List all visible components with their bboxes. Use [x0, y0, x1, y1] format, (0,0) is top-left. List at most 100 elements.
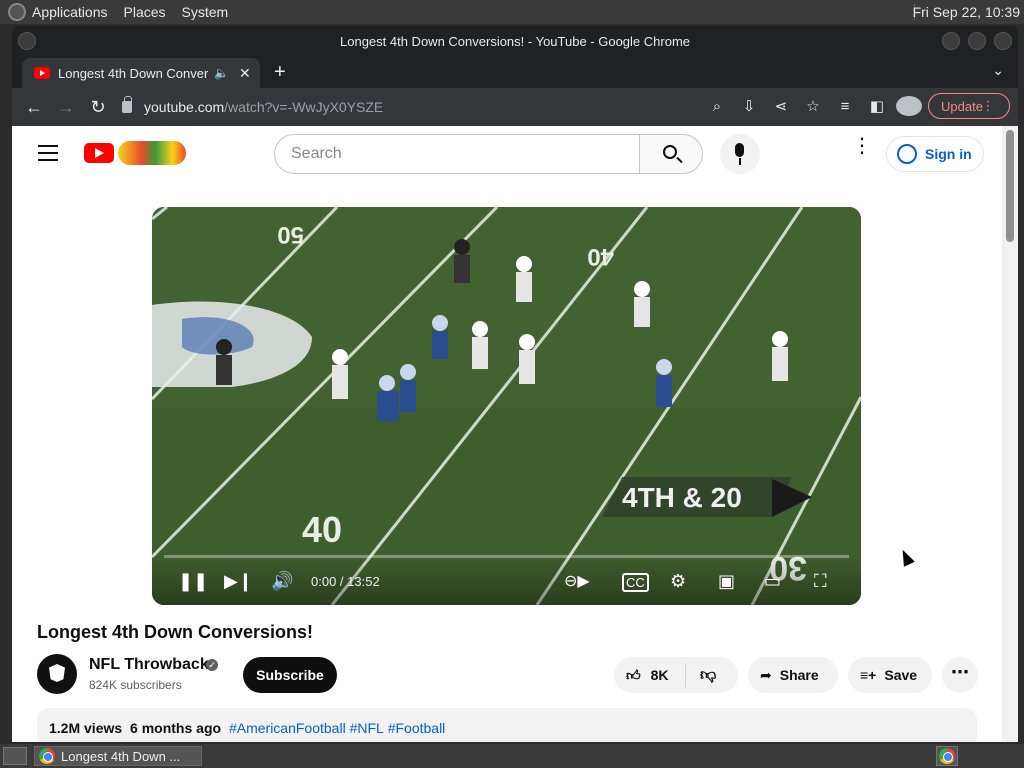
- tab-close-button[interactable]: ✕: [239, 65, 251, 82]
- volume-icon[interactable]: 🔊: [271, 571, 293, 592]
- bookmark-star-icon[interactable]: ☆: [800, 97, 826, 115]
- dislike-button[interactable]: 👎︎: [686, 666, 716, 685]
- tab-title: Longest 4th Down Conversions! - YouTube: [58, 65, 208, 81]
- update-button[interactable]: Update ⋮: [928, 93, 1010, 119]
- save-label: Save: [884, 667, 918, 683]
- video-title: Longest 4th Down Conversions!: [37, 622, 314, 642]
- search-icon: [663, 145, 677, 159]
- yard-marker-40-bottom: 40: [302, 509, 342, 550]
- youtube-doodle-logo[interactable]: [118, 141, 186, 165]
- clock[interactable]: Fri Sep 22, 10:39: [913, 4, 1020, 20]
- menu-applications[interactable]: Applications: [32, 4, 108, 20]
- hashtag-link[interactable]: #NFL: [350, 720, 384, 736]
- window-titlebar[interactable]: Longest 4th Down Conversions! - YouTube …: [12, 26, 1018, 56]
- window-menu-button[interactable]: [18, 32, 36, 50]
- pause-icon[interactable]: ❚❚: [178, 571, 208, 592]
- chrome-icon: [939, 748, 955, 764]
- profile-avatar[interactable]: [896, 96, 922, 116]
- search-input[interactable]: Search: [274, 134, 640, 174]
- tab-strip: Longest 4th Down Conversions! - YouTube …: [12, 56, 1018, 88]
- fullscreen-icon[interactable]: ⛶: [814, 571, 827, 592]
- tab-youtube[interactable]: Longest 4th Down Conversions! - YouTube …: [22, 58, 260, 88]
- upload-age: 6 months ago: [130, 720, 222, 736]
- like-dislike-bar: 👍︎ 8K 👎︎: [614, 657, 738, 693]
- share-button[interactable]: ➦ Share: [748, 657, 838, 693]
- tray-chrome-icon[interactable]: [936, 746, 958, 766]
- player-controls: ❚❚ ▶❙ 🔊 0:00 / 13:52 ⊖▶ CC ⚙ ▣ ▭ ⛶: [152, 555, 861, 605]
- window-title: Longest 4th Down Conversions! - YouTube …: [340, 33, 690, 49]
- side-panel-icon[interactable]: ◧: [864, 97, 890, 115]
- desktop-top-panel: Applications Places System Fri Sep 22, 1…: [0, 0, 1024, 24]
- save-button[interactable]: ≡+ Save: [848, 657, 932, 693]
- taskbar-chrome-window[interactable]: Longest 4th Down ...: [34, 746, 202, 766]
- browser-toolbar: ← → ↻ youtube.com /watch?v=-WwJyX0YSZE ⌕…: [12, 88, 1018, 126]
- hashtag-link[interactable]: #Football: [388, 720, 446, 736]
- install-app-icon[interactable]: ⇩: [736, 97, 762, 115]
- voice-search-button[interactable]: [720, 134, 760, 174]
- share-label: Share: [779, 667, 819, 683]
- like-count: 8K: [650, 667, 669, 683]
- account-icon: [897, 144, 917, 164]
- os-logo-icon[interactable]: [8, 3, 26, 21]
- reload-button[interactable]: ↻: [82, 97, 114, 118]
- address-bar[interactable]: youtube.com /watch?v=-WwJyX0YSZE: [122, 92, 722, 122]
- new-tab-button[interactable]: +: [274, 62, 286, 82]
- tab-search-chevron-icon[interactable]: ⌄: [992, 62, 1004, 79]
- hamburger-menu-icon[interactable]: [38, 145, 58, 161]
- menu-system[interactable]: System: [182, 4, 229, 20]
- next-video-icon[interactable]: ▶❙: [224, 571, 253, 592]
- youtube-page: Search ⋮ Sign in 50 40 40 4TH & 20 ❚❚ ▶❙…: [12, 126, 1018, 742]
- media-controls-icon[interactable]: ≡: [832, 98, 858, 115]
- tab-audio-icon[interactable]: 🔈: [214, 66, 229, 80]
- subscribe-button[interactable]: Subscribe: [243, 657, 337, 693]
- youtube-header: Search ⋮ Sign in: [12, 126, 1002, 182]
- search-button[interactable]: [639, 134, 703, 174]
- share-page-icon[interactable]: ⋖: [768, 97, 794, 115]
- youtube-favicon-icon: [34, 67, 50, 79]
- update-label: Update: [941, 98, 983, 114]
- sign-in-label: Sign in: [925, 146, 972, 162]
- settings-kebab-icon[interactable]: ⋮: [852, 136, 872, 156]
- miniplayer-icon[interactable]: ▣: [718, 571, 735, 592]
- subscriber-count: 824K subscribers: [89, 678, 182, 692]
- youtube-logo[interactable]: [84, 143, 114, 163]
- time-display: 0:00 / 13:52: [311, 574, 380, 589]
- back-button[interactable]: ←: [18, 97, 50, 118]
- more-actions-button[interactable]: ⋯: [942, 657, 978, 693]
- close-window-button[interactable]: [994, 32, 1012, 50]
- thumbs-up-icon: 👍︎: [626, 666, 641, 683]
- forward-button[interactable]: →: [50, 97, 82, 118]
- sign-in-button[interactable]: Sign in: [886, 136, 984, 172]
- chrome-menu-icon[interactable]: ⋮: [975, 98, 1001, 114]
- url-host: youtube.com: [144, 99, 225, 115]
- minimize-button[interactable]: [942, 32, 960, 50]
- verified-badge-icon: ✓: [206, 659, 218, 671]
- page-scrollbar[interactable]: [1002, 126, 1018, 742]
- taskbar-item-label: Longest 4th Down ...: [61, 748, 181, 764]
- channel-avatar[interactable]: [37, 654, 77, 694]
- video-player[interactable]: 50 40 40 30 4TH & 20: [152, 207, 861, 605]
- theater-mode-icon[interactable]: ▭: [764, 571, 781, 592]
- settings-gear-icon[interactable]: ⚙: [670, 571, 686, 592]
- share-arrow-icon: ➦: [760, 666, 772, 683]
- maximize-button[interactable]: [968, 32, 986, 50]
- description-box[interactable]: 1.2M views 6 months ago #AmericanFootbal…: [37, 708, 977, 742]
- menu-places[interactable]: Places: [124, 4, 166, 20]
- zoom-search-icon[interactable]: ⌕: [704, 98, 730, 115]
- captions-icon[interactable]: CC: [622, 573, 649, 592]
- show-desktop-button[interactable]: [3, 747, 27, 765]
- lock-icon[interactable]: [122, 96, 132, 113]
- video-frame: 50 40 40 30 4TH & 20: [152, 207, 861, 605]
- autoplay-toggle[interactable]: ⊖▶: [564, 571, 590, 591]
- yard-marker-40-top: 40: [587, 243, 614, 270]
- playlist-add-icon: ≡+: [860, 667, 877, 683]
- url-path: /watch?v=-WwJyX0YSZE: [224, 99, 384, 115]
- desktop-taskbar: Longest 4th Down ...: [0, 744, 1024, 768]
- channel-name[interactable]: NFL Throwback: [89, 656, 209, 674]
- view-count: 1.2M views: [49, 720, 123, 736]
- scrollbar-thumb[interactable]: [1006, 130, 1014, 242]
- like-button[interactable]: 👍︎ 8K: [614, 663, 686, 687]
- progress-bar[interactable]: [164, 555, 849, 558]
- hashtag-link[interactable]: #AmericanFootball: [229, 720, 346, 736]
- down-distance-overlay: 4TH & 20: [622, 482, 742, 513]
